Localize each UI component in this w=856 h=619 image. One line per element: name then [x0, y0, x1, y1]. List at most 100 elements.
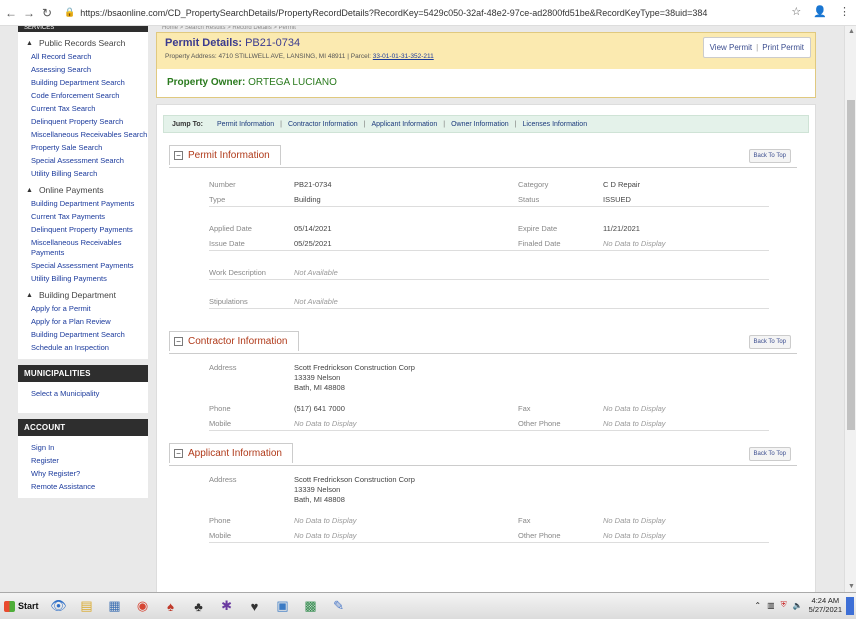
link-delinquent-property-search[interactable]: Delinquent Property Search: [18, 116, 148, 129]
browser-toolbar: ← → ↻ 🔒 https://bsaonline.com/CD_Propert…: [0, 0, 856, 26]
link-misc-receivables-search[interactable]: Miscellaneous Receivables Search: [18, 129, 148, 142]
clock[interactable]: 4:24 AM 5/27/2021: [809, 596, 842, 614]
forward-arrow-icon[interactable]: →: [22, 6, 36, 20]
jump-licenses-info[interactable]: Licenses Information: [523, 121, 588, 128]
back-to-top-button[interactable]: Back To Top: [748, 447, 791, 461]
spider-solitaire-icon[interactable]: ✱: [216, 596, 238, 616]
chrome-icon[interactable]: ◉: [132, 596, 154, 616]
account-header: ACCOUNT: [18, 419, 148, 436]
url-text: https://bsaonline.com/CD_PropertySearchD…: [80, 7, 708, 18]
caret-up-icon: ▲: [26, 39, 33, 47]
link-property-sale-search[interactable]: Property Sale Search: [18, 142, 148, 155]
link-special-assessment-search[interactable]: Special Assessment Search: [18, 155, 148, 168]
municipalities-header: MUNICIPALITIES: [18, 365, 148, 382]
folder-icon[interactable]: ▤: [76, 596, 98, 616]
link-sign-in[interactable]: Sign In: [18, 442, 148, 455]
link-why-register[interactable]: Why Register?: [18, 468, 148, 481]
windows-logo-icon: [4, 600, 15, 612]
group-title: Public Records Search: [38, 38, 126, 48]
solitaire-icon[interactable]: ♠: [160, 596, 182, 616]
parcel-link[interactable]: 33-01-01-31-352-211: [373, 53, 434, 60]
link-delinquent-property-payments[interactable]: Delinquent Property Payments: [18, 224, 148, 237]
owner-name: ORTEGA LUCIANO: [248, 77, 337, 88]
freecell-icon[interactable]: ♣: [188, 596, 210, 616]
contractor-info-tab[interactable]: − Contractor Information: [169, 331, 299, 351]
menu-icon[interactable]: ⋮: [839, 5, 850, 18]
link-select-municipality[interactable]: Select a Municipality: [18, 388, 148, 401]
services-box: ▲ Public Records Search All Record Searc…: [18, 32, 148, 359]
link-schedule-inspection[interactable]: Schedule an Inspection: [18, 342, 148, 355]
back-to-top-button[interactable]: Back To Top: [748, 149, 791, 163]
jump-owner-info[interactable]: Owner Information: [451, 121, 509, 128]
link-utility-billing-search[interactable]: Utility Billing Search: [18, 168, 148, 181]
group-title: Online Payments: [38, 185, 104, 195]
page-scrollbar[interactable]: ▲ ▼: [844, 26, 856, 592]
calculator-icon[interactable]: ▦: [104, 596, 126, 616]
address-bar[interactable]: 🔒 https://bsaonline.com/CD_PropertySearc…: [64, 7, 707, 18]
account-box: Sign In Register Why Register? Remote As…: [18, 436, 148, 498]
back-to-top-button[interactable]: Back To Top: [748, 335, 791, 349]
network-icon[interactable]: ▥: [767, 601, 775, 610]
collapse-icon[interactable]: −: [174, 337, 183, 346]
permit-number: PB21-0734: [245, 37, 301, 49]
link-apply-plan-review[interactable]: Apply for a Plan Review: [18, 316, 148, 329]
link-apply-permit[interactable]: Apply for a Permit: [18, 303, 148, 316]
accessibility-icon[interactable]: 👁: [48, 596, 70, 616]
link-utility-billing-payments[interactable]: Utility Billing Payments: [18, 273, 148, 286]
link-current-tax-payments[interactable]: Current Tax Payments: [18, 211, 148, 224]
back-arrow-icon[interactable]: ←: [4, 6, 18, 20]
paint-icon[interactable]: ▣: [272, 596, 294, 616]
link-current-tax-search[interactable]: Current Tax Search: [18, 103, 148, 116]
lock-icon: 🔒: [64, 7, 76, 17]
public-records-group[interactable]: ▲ Public Records Search: [18, 34, 148, 51]
collapse-icon[interactable]: −: [174, 449, 183, 458]
jump-to-bar: Jump To: Permit Information | Contractor…: [163, 115, 809, 133]
jump-contractor-info[interactable]: Contractor Information: [288, 121, 358, 128]
link-building-dept-payments[interactable]: Building Department Payments: [18, 198, 148, 211]
volume-icon[interactable]: 🔈: [793, 601, 803, 610]
municipalities-box: Select a Municipality: [18, 382, 148, 413]
jump-applicant-info[interactable]: Applicant Information: [371, 121, 437, 128]
link-register[interactable]: Register: [18, 455, 148, 468]
star-icon[interactable]: ☆: [791, 5, 801, 18]
link-building-department-search[interactable]: Building Department Search: [18, 77, 148, 90]
view-permit-button[interactable]: View Permit: [710, 43, 753, 52]
taskbar: Start 👁 ▤ ▦ ◉ ♠ ♣ ✱ ♥ ▣ ▩ ✎ ⌃ ▥ ⛨ 🔈 4:24…: [0, 592, 856, 619]
link-remote-assistance[interactable]: Remote Assistance: [18, 481, 148, 494]
monitor-icon[interactable]: ▩: [300, 596, 322, 616]
security-icon[interactable]: ⛨: [781, 600, 787, 610]
link-assessing-search[interactable]: Assessing Search: [18, 64, 148, 77]
property-address: 4710 STILLWELL AVE, LANSING, MI 48911: [218, 53, 346, 60]
permit-info-tab[interactable]: − Permit Information: [169, 145, 281, 165]
show-desktop-button[interactable]: [846, 597, 854, 615]
start-button[interactable]: Start: [0, 595, 45, 617]
group-title: Building Department: [38, 290, 116, 300]
link-code-enforcement-search[interactable]: Code Enforcement Search: [18, 90, 148, 103]
profile-icon[interactable]: 👤: [813, 5, 827, 18]
reload-icon[interactable]: ↻: [40, 6, 54, 20]
tools-icon[interactable]: ✎: [328, 596, 350, 616]
online-payments-group[interactable]: ▲ Online Payments: [18, 181, 148, 198]
link-misc-receivables-payments[interactable]: Miscellaneous Receivables Payments: [18, 237, 148, 260]
collapse-icon[interactable]: −: [174, 151, 183, 160]
building-department-group[interactable]: ▲ Building Department: [18, 286, 148, 303]
hearts-icon[interactable]: ♥: [244, 596, 266, 616]
caret-up-icon: ▲: [26, 186, 33, 194]
scroll-down-icon[interactable]: ▼: [848, 583, 855, 590]
status-value: ISSUED: [603, 194, 631, 204]
link-building-department-search-2[interactable]: Building Department Search: [18, 329, 148, 342]
caret-up-icon: ▲: [26, 291, 33, 299]
permit-info-section: − Permit Information Back To Top Number …: [163, 145, 809, 309]
tray-expand-icon[interactable]: ⌃: [754, 601, 761, 610]
scroll-thumb[interactable]: [847, 100, 855, 430]
permit-header: Permit Details: PB21-0734 Property Addre…: [156, 32, 816, 98]
print-permit-button[interactable]: Print Permit: [762, 43, 804, 52]
property-owner: Property Owner: ORTEGA LUCIANO: [167, 77, 337, 88]
contractor-info-section: − Contractor Information Back To Top Add…: [163, 331, 809, 431]
link-special-assessment-payments[interactable]: Special Assessment Payments: [18, 260, 148, 273]
applicant-info-tab[interactable]: − Applicant Information: [169, 443, 293, 463]
jump-permit-info[interactable]: Permit Information: [217, 121, 274, 128]
link-all-record-search[interactable]: All Record Search: [18, 51, 148, 64]
scroll-up-icon[interactable]: ▲: [848, 28, 855, 35]
details-box: Jump To: Permit Information | Contractor…: [156, 104, 816, 592]
